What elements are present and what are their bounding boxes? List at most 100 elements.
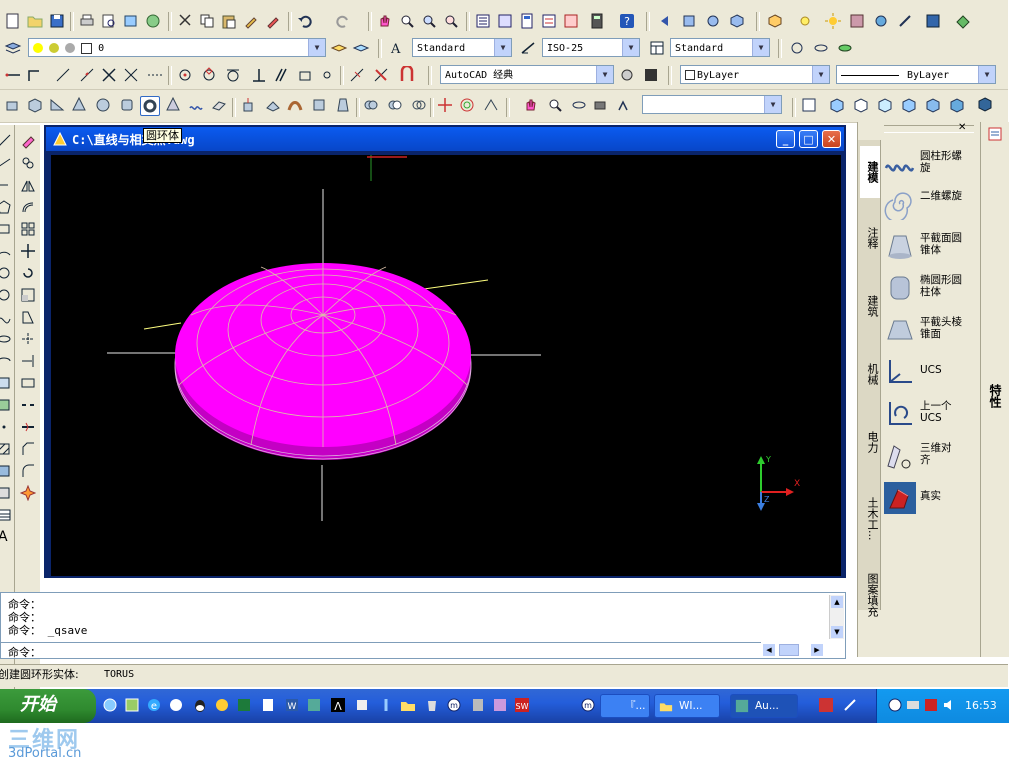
extend-icon[interactable] — [20, 353, 36, 369]
back-view-icon[interactable] — [948, 96, 966, 114]
3d-move-icon[interactable] — [436, 96, 454, 114]
chevron-down-icon[interactable]: ▼ — [596, 66, 613, 83]
tab-civil[interactable]: 土木工... — [860, 484, 880, 554]
quicklaunch-app-icon[interactable] — [124, 697, 140, 713]
quicklaunch-refresh-icon[interactable] — [102, 697, 118, 713]
calculator-icon[interactable] — [588, 12, 606, 30]
properties-palette-icon[interactable] — [987, 126, 1003, 142]
loft-icon[interactable] — [334, 96, 352, 114]
3d-rotate-icon[interactable] — [458, 96, 476, 114]
palette-close-icon[interactable]: ✕ — [958, 122, 966, 133]
stretch-icon[interactable] — [20, 309, 36, 325]
taskbar-m-icon[interactable]: m — [580, 697, 596, 713]
dim-style-combo[interactable]: ISO-25 ▼ — [542, 38, 640, 57]
circle-icon[interactable] — [0, 265, 12, 281]
chevron-down-icon[interactable]: ▼ — [978, 66, 995, 83]
continuous-orbit-icon[interactable] — [836, 39, 854, 57]
view-iso-icon[interactable] — [728, 12, 746, 30]
layer-previous-icon[interactable] — [352, 39, 370, 57]
markup-icon[interactable] — [562, 12, 580, 30]
osnap-settings-icon[interactable] — [398, 66, 416, 84]
chevron-down-icon[interactable]: ▼ — [308, 39, 325, 56]
tab-mechanical[interactable]: 机械 — [860, 348, 880, 400]
publish-icon[interactable] — [122, 12, 140, 30]
tab-annotation[interactable]: 注释 — [860, 212, 880, 264]
cone-icon[interactable] — [70, 96, 88, 114]
free-orbit-icon[interactable] — [812, 39, 830, 57]
tab-electrical[interactable]: 电力 — [860, 416, 880, 468]
rectangle-icon[interactable] — [0, 221, 12, 237]
dim-style-icon[interactable] — [520, 39, 538, 57]
close-button[interactable]: ✕ — [822, 130, 841, 148]
3d-dwf-icon[interactable] — [144, 12, 162, 30]
camera-icon[interactable] — [592, 96, 610, 114]
minimize-button[interactable]: _ — [776, 130, 795, 148]
polyline-icon[interactable] — [26, 66, 44, 84]
snap-node-icon[interactable] — [318, 66, 336, 84]
spline-icon[interactable] — [0, 309, 12, 325]
snap-endpoint-icon[interactable] — [54, 66, 72, 84]
table-style-icon[interactable] — [648, 39, 666, 57]
subtract-icon[interactable] — [386, 96, 404, 114]
hatch-icon[interactable] — [0, 441, 12, 457]
quicklaunch-tool-icon[interactable] — [354, 697, 370, 713]
quicklaunch-qq-icon[interactable] — [192, 697, 208, 713]
linetype-combo[interactable]: ByLayer ▼ — [836, 65, 996, 84]
top-view-icon[interactable] — [828, 96, 846, 114]
make-current-layer-icon[interactable] — [330, 39, 348, 57]
help-icon[interactable]: ? — [618, 12, 636, 30]
right-view-icon[interactable] — [900, 96, 918, 114]
command-window[interactable]: 命令： 命令： 命令： _qsave 命令： ▲ ▼ ◀ ▶ — [0, 592, 846, 659]
snap-perpendicular-icon[interactable] — [250, 66, 268, 84]
mtext-icon[interactable]: A — [0, 529, 14, 545]
quicklaunch-excel-icon[interactable] — [236, 697, 252, 713]
polysolid-icon[interactable] — [4, 96, 22, 114]
revcloud-icon[interactable] — [0, 287, 12, 303]
start-button[interactable]: 开始 — [0, 689, 96, 723]
named-views-icon[interactable] — [800, 96, 818, 114]
quicklaunch-pen-icon[interactable] — [378, 697, 394, 713]
rotate-icon[interactable] — [20, 265, 36, 281]
break-icon[interactable] — [20, 397, 36, 413]
ellipse-icon[interactable] — [0, 331, 12, 347]
materials-icon[interactable] — [848, 12, 866, 30]
box-icon[interactable] — [26, 96, 44, 114]
palette-item-frustum-pyramid[interactable]: 平截头棱锥面 — [884, 312, 984, 352]
tray-antivirus-icon[interactable] — [923, 697, 939, 713]
task-button-1[interactable]: 『... — [600, 694, 650, 718]
tab-hatch[interactable]: 图案填充 — [860, 560, 880, 630]
view-combo[interactable]: ▼ — [642, 95, 782, 114]
extrude-icon[interactable] — [240, 96, 258, 114]
quicklaunch-m-icon[interactable]: m — [446, 697, 462, 713]
tray-network-icon[interactable] — [905, 697, 921, 713]
command-scrollbar[interactable]: ▲ ▼ — [829, 595, 844, 639]
chevron-down-icon[interactable]: ▼ — [622, 39, 639, 56]
mirror-icon[interactable] — [20, 177, 36, 193]
taskbar-app-icon[interactable] — [818, 697, 834, 713]
view-back-icon[interactable] — [656, 12, 674, 30]
fillet-icon[interactable] — [20, 463, 36, 479]
table-style-combo[interactable]: Standard ▼ — [670, 38, 770, 57]
snap-midpoint-icon[interactable] — [78, 66, 96, 84]
quicklaunch-folder-icon[interactable] — [400, 697, 416, 713]
tab-architectural[interactable]: 建筑 — [860, 280, 880, 332]
command-prompt[interactable]: 命令： — [8, 644, 41, 660]
union-icon[interactable] — [362, 96, 380, 114]
snap-tangent-icon[interactable] — [224, 66, 242, 84]
revolve-icon[interactable] — [310, 96, 328, 114]
quicklaunch-sw-icon[interactable]: SW — [514, 697, 530, 713]
trim-icon[interactable] — [20, 331, 36, 347]
chevron-down-icon[interactable]: ▼ — [494, 39, 511, 56]
mapping-icon[interactable] — [872, 12, 890, 30]
open-icon[interactable] — [26, 12, 44, 30]
pan-icon[interactable] — [376, 12, 394, 30]
paste-icon[interactable] — [220, 12, 238, 30]
table-icon[interactable] — [0, 507, 12, 523]
palette-item-spiral[interactable]: 二维螺旋 — [884, 186, 984, 226]
quicklaunch-word-icon[interactable]: W — [284, 697, 300, 713]
insert-block-icon[interactable] — [0, 375, 12, 391]
plot-preview-icon[interactable] — [100, 12, 118, 30]
left-view-icon[interactable] — [876, 96, 894, 114]
scroll-up-icon[interactable]: ▲ — [831, 596, 843, 608]
arc-icon[interactable] — [0, 243, 12, 259]
